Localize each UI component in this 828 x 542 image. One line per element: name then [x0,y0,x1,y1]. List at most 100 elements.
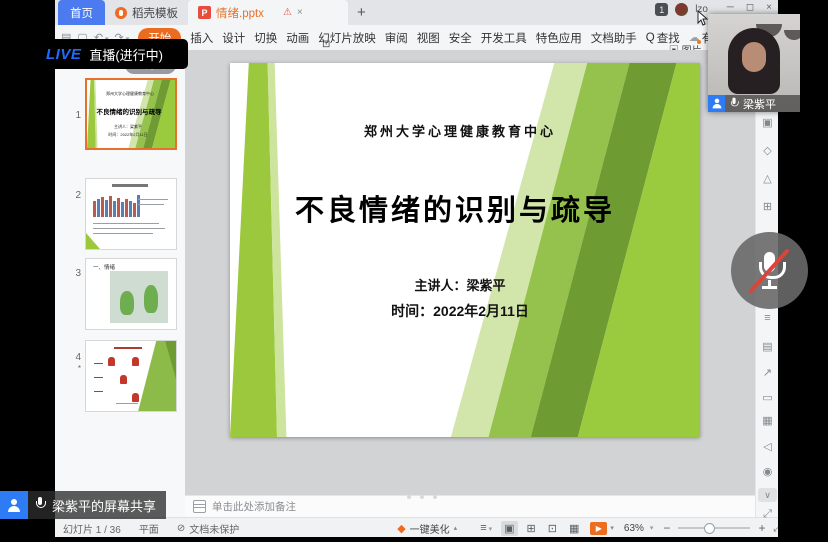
person-icon [7,499,21,512]
beautify-icon: ◆ [397,522,405,535]
thumb1-speaker: 主讲人：梁紫平 [95,124,161,130]
image-doc-icon[interactable]: ▤ [756,340,778,353]
tab-home[interactable]: 首页 [58,0,105,25]
zoom-slider-knob[interactable] [704,523,715,534]
menu-insert[interactable]: 插入 [190,30,213,46]
play-options-caret[interactable]: ▾ [610,524,614,532]
beautify-label: 一键美化 [410,521,450,536]
mic-icon [34,497,46,513]
ppt-file-icon: P [198,6,211,19]
menu-security[interactable]: 安全 [449,30,472,46]
share-export-icon[interactable]: ↗ [756,366,778,379]
slide-thumbnail-4[interactable] [85,340,177,412]
tab-docer[interactable]: 稻壳模板 [105,0,188,25]
thumb1-org: 郑州大学心理健康教育中心 [95,91,165,97]
slide-number: 3 [67,268,81,279]
menu-devtools[interactable]: 开发工具 [481,30,527,46]
slide-number: 4 [67,352,81,363]
lamp-decor [784,30,800,40]
mouse-cursor [697,10,709,26]
copy-pages-icon[interactable]: ▣ [756,116,778,129]
muted-microphone-overlay[interactable] [731,232,808,309]
status-bar: 幻灯片 1 / 36 平面 ⊘ 文档未保护 ◆ 一键美化 ▴ ≡ ▣ ⊞ ⊡ ▦… [55,517,778,537]
live-broadcast-badge: LIVE 直播(进行中) [36,39,188,69]
new-tab-button[interactable]: + [348,0,375,25]
sync-warning-icon: ⚠ [283,7,292,18]
menu-special-apps[interactable]: 特色应用 [536,30,582,46]
slide-thumbnail-2[interactable] [85,178,177,250]
mic-icon [729,97,739,110]
fit-slide-button[interactable]: ⤢ [773,523,778,534]
person-icon [711,99,722,109]
triangle-icon[interactable]: △ [756,172,778,185]
slide-date: 时间：2022年2月11日 [250,301,670,321]
speaker-icon[interactable]: ◁ [756,440,778,453]
wps-presentation-window: 首页 稻壳模板 P 情绪.pptx ⚠ × + 1 lzo ─ ◻ × ▤ ▢ … [55,0,778,537]
slideshow-play-button[interactable]: ▶ [590,522,607,535]
notes-bar[interactable]: 单击此处添加备注 [185,495,755,517]
animation-star: * [67,364,81,373]
slide-org-text: 郑州大学心理健康教育中心 [250,121,670,140]
screen-share-banner: 梁紫平的屏幕共享 [0,491,166,519]
reset-icon: ⊡ [322,39,330,50]
zoom-slider[interactable] [678,527,750,529]
master-view-icon[interactable]: ▦ [566,521,582,536]
participant-name-bar: 梁紫平 [708,95,800,112]
card-icon[interactable]: ▭ [756,391,778,404]
docer-icon [115,7,127,19]
slide-thumbnail-1[interactable]: 郑州大学心理健康教育中心 不良情绪的识别与疏导 主讲人：梁紫平 时间：2022年… [85,78,177,150]
notes-icon [193,500,206,513]
theme-name[interactable]: 平面 [139,521,159,536]
notes-placeholder: 单击此处添加备注 [212,499,296,514]
slide-number: 1 [67,110,81,121]
thumb1-title: 不良情绪的识别与疏导 [91,106,167,116]
slide-thumbnail-3[interactable]: 一、情绪 [85,258,177,330]
picture-rail-icon[interactable]: ▦ [756,414,778,427]
settings-sliders-icon[interactable]: ≡ [756,312,778,324]
webcam-overlay[interactable]: 梁紫平 [708,14,800,112]
thumb3-cartoon-image [110,271,168,323]
slide-counter: 幻灯片 1 / 36 [63,521,121,536]
live-status: 直播(进行中) [89,45,163,64]
zoom-out-button[interactable]: − [663,521,670,535]
chevron-down-icon[interactable]: ∨ [758,488,777,502]
notification-badge[interactable]: 1 [655,3,668,16]
participant-name: 梁紫平 [743,96,776,112]
beautify-button[interactable]: ◆ 一键美化 ▴ [397,521,457,536]
participant-badge [708,95,725,112]
share-person-badge [0,491,28,519]
grid-icon[interactable]: ⊞ [756,200,778,213]
slide-title: 不良情绪的识别与疏导 [230,187,680,229]
protection-label: 文档未保护 [189,521,239,536]
minimize-button[interactable]: ─ [727,2,734,13]
sorter-view-icon[interactable]: ⊞ [524,521,539,536]
slide-number: 2 [67,190,81,201]
thumb3-title: 一、情绪 [93,263,115,271]
zoom-level[interactable]: 63% [624,523,654,534]
fullscreen-icon[interactable]: ⤢ [756,508,778,521]
normal-view-icon[interactable]: ▣ [501,521,517,536]
restore-button[interactable]: ◻ [746,2,754,13]
close-button[interactable]: × [766,2,772,13]
menu-view[interactable]: 视图 [417,30,440,46]
user-avatar[interactable] [675,3,688,16]
shield-rail-icon[interactable]: ◉ [756,465,778,478]
screen-share-label: 梁紫平的屏幕共享 [52,496,156,515]
protection-status[interactable]: ⊘ 文档未保护 [177,521,239,536]
slide-canvas[interactable]: 郑州大学心理健康教育中心 不良情绪的识别与疏导 主讲人：梁紫平 时间：2022年… [185,50,755,495]
shield-icon: ⊘ [177,523,185,534]
tab-document-label: 情绪.pptx [216,5,264,21]
notes-view-icon[interactable]: ≡ [477,521,495,535]
tab-docer-label: 稻壳模板 [132,5,178,21]
current-slide[interactable]: 郑州大学心理健康教育中心 不良情绪的识别与疏导 主讲人：梁紫平 时间：2022年… [230,63,700,437]
slide-speaker: 主讲人：梁紫平 [250,275,670,294]
thumb1-date: 时间：2022年2月11日 [95,132,161,138]
close-tab-icon[interactable]: × [297,7,303,18]
zoom-in-button[interactable]: + [758,521,765,535]
splitter-handle[interactable] [407,495,437,499]
tab-document[interactable]: P 情绪.pptx ⚠ × [188,0,348,25]
menu-review[interactable]: 审阅 [385,30,408,46]
shapes-rail-icon[interactable]: ◇ [756,144,778,157]
live-label: LIVE [46,46,81,63]
reading-view-icon[interactable]: ⊡ [545,521,560,536]
